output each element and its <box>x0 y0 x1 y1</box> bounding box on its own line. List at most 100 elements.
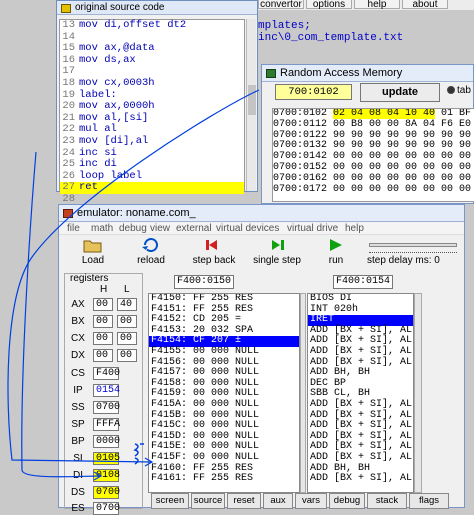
menu-help[interactable]: help <box>354 0 400 10</box>
disassembly-row[interactable]: BIOS DI <box>308 294 413 305</box>
menu-file[interactable]: file <box>67 223 80 235</box>
slider-track[interactable] <box>369 243 457 247</box>
menu-options[interactable]: options <box>306 0 352 10</box>
registers-panel: registers H L AX 00 40 BX 00 00 CX 00 00 DX 00 00 CS… <box>64 273 143 515</box>
run-button[interactable]: run <box>313 237 359 270</box>
register-es-value[interactable]: 0700 <box>93 502 120 515</box>
code-text: mov al,[si] <box>79 111 149 124</box>
ram-radio-label: tab <box>457 85 471 96</box>
source-code-editor[interactable]: 13 mov di,offset dt2 14 15 mov ax,@data 16 mov… <box>59 19 245 205</box>
register-label-es: ES <box>71 503 85 514</box>
source-button[interactable]: source <box>191 493 225 509</box>
memory-address-input[interactable]: F400:0150 <box>174 275 234 289</box>
line-number: 13 <box>62 19 75 31</box>
emulator-menu-bar: file math debug view external virtual de… <box>59 223 464 235</box>
register-ax-high[interactable]: 00 <box>93 298 113 311</box>
load-button[interactable]: Load <box>69 237 117 270</box>
code-line[interactable]: 13 mov di,offset dt2 <box>60 19 244 32</box>
register-si-value[interactable]: 0105 <box>93 452 120 465</box>
menu-virtual-devices[interactable]: virtual devices <box>216 223 279 235</box>
screen-button[interactable]: screen <box>151 493 189 509</box>
disassembly-row[interactable]: ADD [BX + SI], AL <box>308 346 413 358</box>
code-line[interactable]: 16 mov ds,ax <box>60 53 244 67</box>
register-cx-high[interactable]: 00 <box>93 332 113 345</box>
disassembly-row[interactable]: ADD [BX + SI], AL <box>308 399 413 411</box>
memory-listing-row[interactable]: F4155: 00 000 NULL <box>149 346 299 358</box>
emulator-title: emulator: noname.com_ <box>77 207 196 219</box>
menu-help[interactable]: help <box>345 223 364 235</box>
ram-table-radio[interactable]: tab <box>447 85 471 96</box>
menu-math[interactable]: math <box>91 223 113 235</box>
memory-listing-scrollbar[interactable] <box>300 293 306 493</box>
reset-button[interactable]: reset <box>227 493 261 509</box>
register-bx-high[interactable]: 00 <box>93 315 113 328</box>
register-cs-value[interactable]: F400 <box>93 367 120 380</box>
step-back-label: step back <box>192 255 236 266</box>
bottom-button-bar: screen source reset aux vars debug stack flags <box>147 493 464 509</box>
aux-button[interactable]: aux <box>263 493 293 509</box>
memory-listing-row[interactable]: F415F: 00 000 NULL <box>149 452 299 464</box>
menu-external[interactable]: external <box>176 223 212 235</box>
disassembly-row[interactable]: ADD [BX + SI], AL <box>308 473 413 485</box>
menu-view[interactable]: view <box>150 223 170 235</box>
ram-row: 0700:0172 00 00 00 00 00 00 00 00 <box>273 183 474 196</box>
line-number: 18 <box>62 76 75 89</box>
code-text: mov [di],al <box>79 134 149 147</box>
step-delay-label: step delay ms: 0 <box>367 255 440 266</box>
emulator-titlebar[interactable]: emulator: noname.com_ <box>59 205 464 222</box>
ram-dump-view[interactable]: 0700:0102 02 04 08 04 10 40 01 BF 0700:01… <box>272 108 474 202</box>
reload-icon <box>125 237 177 255</box>
background-template-text: mplates; inc\0_com_template.txt <box>258 20 403 44</box>
debug-button[interactable]: debug <box>329 493 365 509</box>
ram-row-bytes: 00 00 00 00 00 00 00 00 <box>333 183 472 195</box>
disassembly-listing[interactable]: BIOS DI INT 020h IRET ADD [BX + SI], AL ADD … <box>307 293 414 493</box>
disassembly-address-input[interactable]: F400:0154 <box>333 275 393 289</box>
menu-virtual-drive[interactable]: virtual drive <box>287 223 338 235</box>
register-bx-low[interactable]: 00 <box>117 315 137 328</box>
disassembly-scrollbar[interactable] <box>414 293 422 493</box>
register-ip-value[interactable]: 0154 <box>93 384 120 397</box>
source-code-window: original source code 13 mov di,offset dt2… <box>56 0 258 205</box>
scrollbar-thumb[interactable] <box>248 85 256 115</box>
register-ss-value[interactable]: 0700 <box>93 401 120 414</box>
ram-update-button[interactable]: update <box>360 83 440 102</box>
source-window-titlebar[interactable]: original source code <box>57 1 257 15</box>
ram-row-bytes: 00 00 00 00 00 00 00 00 <box>333 151 472 163</box>
memory-listing-row[interactable]: F4161: FF 255 RES <box>149 473 299 485</box>
menu-about[interactable]: about <box>402 0 448 10</box>
code-text: mov cx,0003h <box>79 76 155 89</box>
register-bp-value[interactable]: 0000 <box>93 435 120 448</box>
register-ax-low[interactable]: 40 <box>117 298 137 311</box>
code-line[interactable]: 27 ret <box>60 182 244 194</box>
flags-button[interactable]: flags <box>409 493 449 509</box>
register-dx-low[interactable]: 00 <box>117 349 137 362</box>
vars-button[interactable]: vars <box>295 493 327 509</box>
memory-listing-row[interactable]: F4150: FF 255 RES <box>149 294 299 305</box>
register-di-value[interactable]: 0108 <box>93 469 120 482</box>
step-delay-slider[interactable]: step delay ms: 0 <box>365 237 463 270</box>
ram-window-titlebar[interactable]: Random Access Memory <box>262 65 473 82</box>
disassembly-row[interactable]: ADD [BX + SI], AL <box>308 452 413 464</box>
memory-listing-row[interactable]: F415A: 00 000 NULL <box>149 399 299 411</box>
step-back-button[interactable]: step back <box>185 237 243 270</box>
menu-convertor[interactable]: convertor <box>258 0 304 10</box>
register-sp-value[interactable]: FFFA <box>93 418 120 431</box>
ram-row-bytes: 90 90 90 90 90 90 90 90 <box>333 129 472 141</box>
ram-address-input[interactable]: 700:0102 <box>275 84 352 100</box>
single-step-button[interactable]: single step <box>247 237 307 270</box>
run-icon <box>313 237 359 255</box>
menu-debug[interactable]: debug <box>119 223 147 235</box>
reload-button[interactable]: reload <box>125 237 177 270</box>
code-text: mov di,offset dt2 <box>79 19 187 31</box>
ram-row-bytes: 00 00 00 00 00 00 00 00 <box>333 172 472 184</box>
source-vertical-scrollbar[interactable] <box>246 19 256 191</box>
register-dx-high[interactable]: 00 <box>93 349 113 362</box>
memory-listing[interactable]: F4150: FF 255 RES F4151: FF 255 RES F4152:… <box>148 293 300 493</box>
ram-row-bytes: 01 BF <box>435 108 472 119</box>
stack-button[interactable]: stack <box>367 493 407 509</box>
register-ds-value[interactable]: 0700 <box>93 486 120 499</box>
code-text: mov ax,@data <box>79 42 155 55</box>
register-cx-low[interactable]: 00 <box>117 332 137 345</box>
code-text: mov ds,ax <box>79 53 136 66</box>
run-label: run <box>328 255 344 266</box>
